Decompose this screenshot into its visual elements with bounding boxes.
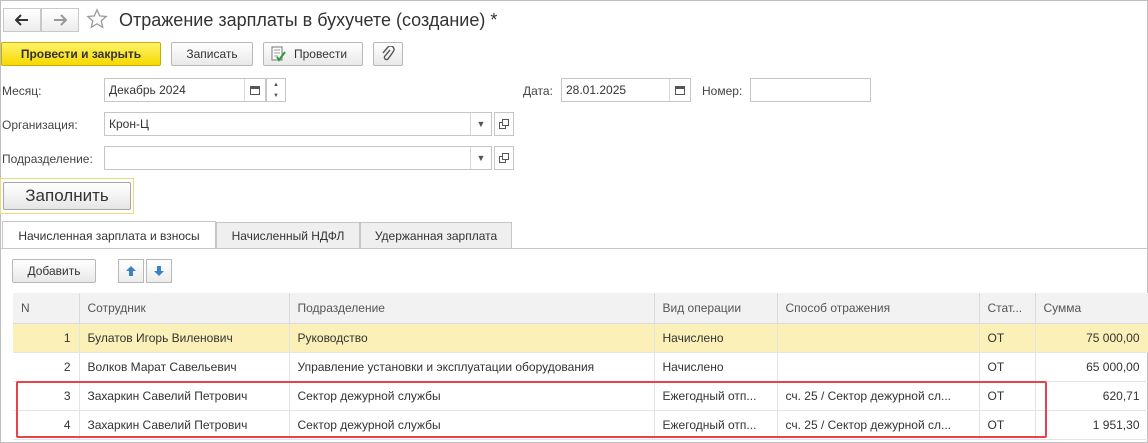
arrow-left-icon xyxy=(15,14,28,26)
cell-division: Сектор дежурной службы xyxy=(289,381,655,411)
forward-button[interactable] xyxy=(41,8,79,32)
cell-status: ОТ xyxy=(979,410,1036,440)
month-stepper[interactable]: ▲ ▼ xyxy=(266,78,286,102)
cell-employee: Захаркин Савелий Петрович xyxy=(79,381,290,411)
cell-n: 4 xyxy=(13,410,80,440)
date-field[interactable]: 28.01.2025 xyxy=(561,78,691,102)
column-header-sum[interactable]: Сумма xyxy=(1035,293,1148,324)
post-button[interactable]: Провести xyxy=(263,42,363,66)
fill-button[interactable]: Заполнить xyxy=(3,182,131,210)
cell-n: 1 xyxy=(13,323,80,353)
organization-label: Организация: xyxy=(2,118,78,132)
move-down-button[interactable] xyxy=(146,259,172,283)
organization-field[interactable]: Крон-Ц ▼ xyxy=(104,112,492,136)
table-row[interactable]: 3 Захаркин Савелий Петрович Сектор дежур… xyxy=(13,381,1148,411)
cell-status: ОТ xyxy=(979,323,1036,353)
page-title: Отражение зарплаты в бухучете (создание)… xyxy=(119,10,498,30)
tab-accrued-ndfl[interactable]: Начисленный НДФЛ xyxy=(216,222,360,248)
salary-table: N Сотрудник Подразделение Вид операции С… xyxy=(13,293,1148,440)
cell-operation: Начислено xyxy=(654,323,778,353)
arrow-right-icon xyxy=(54,14,67,26)
arrow-down-icon xyxy=(154,266,164,276)
stepper-up-icon[interactable]: ▲ xyxy=(273,82,279,88)
back-button[interactable] xyxy=(3,8,41,32)
cell-method xyxy=(777,352,980,382)
cell-employee: Булатов Игорь Виленович xyxy=(79,323,290,353)
open-organization-button[interactable] xyxy=(494,112,514,136)
cell-division: Сектор дежурной службы xyxy=(289,410,655,440)
month-field[interactable]: Декабрь 2024 xyxy=(104,78,266,102)
column-header-n[interactable]: N xyxy=(13,293,80,324)
cell-sum: 1 951,30 xyxy=(1035,410,1148,440)
date-label: Дата: xyxy=(523,84,553,98)
arrow-up-icon xyxy=(126,266,136,276)
calendar-icon[interactable] xyxy=(244,79,265,101)
table-row[interactable]: 2 Волков Марат Савельевич Управление уст… xyxy=(13,352,1148,382)
month-value: Декабрь 2024 xyxy=(109,83,186,97)
column-header-operation[interactable]: Вид операции xyxy=(654,293,778,324)
column-header-status[interactable]: Стат... xyxy=(979,293,1036,324)
post-document-icon xyxy=(271,46,286,62)
paperclip-icon xyxy=(382,46,395,61)
date-value: 28.01.2025 xyxy=(566,83,627,97)
cell-sum: 75 000,00 xyxy=(1035,323,1148,353)
cell-division: Управление установки и эксплуатации обор… xyxy=(289,352,655,382)
cell-sum: 65 000,00 xyxy=(1035,352,1148,382)
post-and-close-button[interactable]: Провести и закрыть xyxy=(1,42,161,66)
post-button-label: Провести xyxy=(294,47,348,61)
open-icon xyxy=(499,153,509,163)
favorite-star-icon[interactable] xyxy=(86,8,108,33)
open-icon xyxy=(499,119,509,129)
month-label: Месяц: xyxy=(2,84,42,98)
column-header-method[interactable]: Способ отражения xyxy=(777,293,980,324)
column-header-employee[interactable]: Сотрудник xyxy=(79,293,290,324)
cell-status: ОТ xyxy=(979,352,1036,382)
column-header-division[interactable]: Подразделение xyxy=(289,293,655,324)
organization-value: Крон-Ц xyxy=(109,117,149,131)
fill-button-focus-frame: Заполнить xyxy=(0,178,134,214)
cell-method: сч. 25 / Сектор дежурной сл... xyxy=(777,410,980,440)
move-up-button[interactable] xyxy=(118,259,144,283)
tab-divider xyxy=(0,248,1148,249)
cell-status: ОТ xyxy=(979,381,1036,411)
cell-method: сч. 25 / Сектор дежурной сл... xyxy=(777,381,980,411)
cell-n: 2 xyxy=(13,352,80,382)
cell-operation: Начислено xyxy=(654,352,778,382)
dropdown-icon[interactable]: ▼ xyxy=(470,147,491,169)
cell-division: Руководство xyxy=(289,323,655,353)
number-label: Номер: xyxy=(702,84,743,98)
number-field[interactable] xyxy=(750,78,871,102)
cell-n: 3 xyxy=(13,381,80,411)
cell-operation: Ежегодный отп... xyxy=(654,410,778,440)
stepper-down-icon[interactable]: ▼ xyxy=(273,93,279,99)
cell-employee: Волков Марат Савельевич xyxy=(79,352,290,382)
open-division-button[interactable] xyxy=(494,146,514,170)
cell-operation: Ежегодный отп... xyxy=(654,381,778,411)
cell-method xyxy=(777,323,980,353)
division-field[interactable]: ▼ xyxy=(104,146,492,170)
dropdown-icon[interactable]: ▼ xyxy=(470,113,491,135)
table-row[interactable]: 1 Булатов Игорь Виленович Руководство На… xyxy=(13,323,1148,353)
cell-sum: 620,71 xyxy=(1035,381,1148,411)
add-row-button[interactable]: Добавить xyxy=(12,259,96,283)
tab-accrued-salary[interactable]: Начисленная зарплата и взносы xyxy=(2,221,216,249)
calendar-icon[interactable] xyxy=(669,79,690,101)
tab-withheld-salary[interactable]: Удержанная зарплата xyxy=(360,222,512,248)
table-row[interactable]: 4 Захаркин Савелий Петрович Сектор дежур… xyxy=(13,410,1148,440)
save-button[interactable]: Записать xyxy=(171,42,253,66)
attach-button[interactable] xyxy=(373,42,403,66)
division-label: Подразделение: xyxy=(2,152,93,166)
cell-employee: Захаркин Савелий Петрович xyxy=(79,410,290,440)
table-header-row: N Сотрудник Подразделение Вид операции С… xyxy=(13,293,1148,324)
